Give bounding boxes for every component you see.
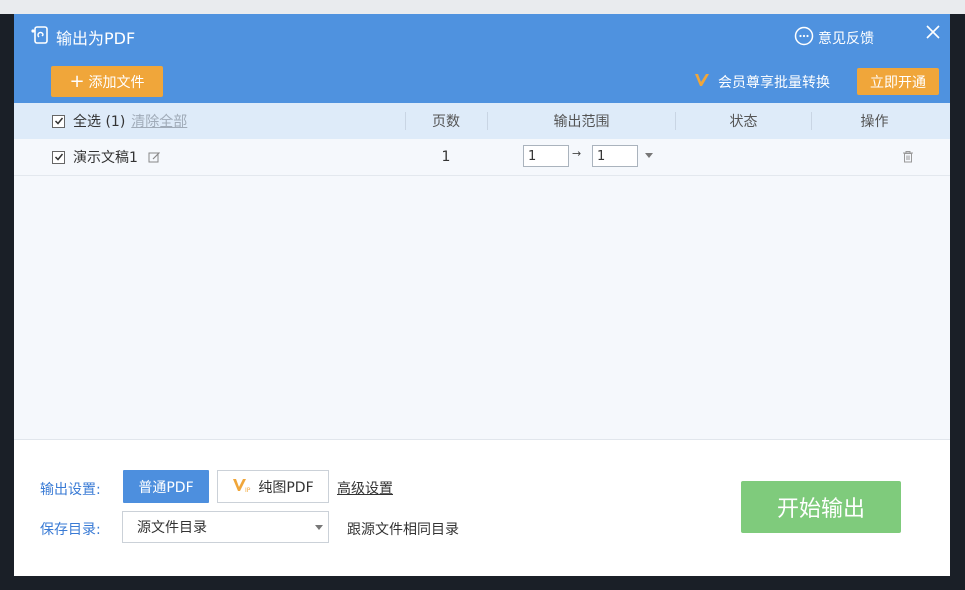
arrow-right-icon: → (572, 147, 582, 160)
normal-pdf-button[interactable]: 普通PDF (123, 470, 209, 503)
row-checkbox[interactable] (52, 150, 65, 164)
edit-icon (148, 151, 160, 162)
pure-image-pdf-label: 纯图PDF (258, 479, 314, 496)
dialog-title: 输出为PDF (56, 29, 136, 48)
feedback-label: 意见反馈 (818, 31, 874, 47)
add-file-button[interactable]: + 添加文件 (51, 66, 163, 97)
table-row: 演示文稿1 1 1 → 1 (14, 139, 950, 176)
vip-promo: 会员尊享批量转换 (694, 72, 830, 92)
window-top-strip (0, 0, 965, 14)
file-name: 演示文稿1 (73, 150, 138, 166)
vip-promo-text: 会员尊享批量转换 (718, 75, 830, 91)
dialog-footer: 输出设置: 普通PDF IP 纯图PDF 高级设置 保存目录: 源文件目录 跟源… (14, 439, 950, 576)
save-dir-value: 源文件目录 (137, 520, 207, 536)
output-settings-label: 输出设置: (40, 482, 101, 498)
add-file-label: 添加文件 (88, 74, 145, 91)
plus-icon: + (69, 70, 85, 92)
vip-badge-icon: IP (232, 477, 252, 497)
svg-text:IP: IP (245, 487, 251, 493)
chat-bubble-icon (794, 26, 814, 50)
export-pdf-dialog: 输出为PDF 意见反馈 + 添加文件 会员尊享批量转换 立即开通 全选 (1) … (14, 14, 950, 576)
page-count: 1 (441, 149, 451, 165)
pure-image-pdf-button[interactable]: IP 纯图PDF (217, 470, 329, 503)
close-button[interactable] (923, 22, 943, 42)
select-all-group: 全选 (1) 清除全部 (52, 103, 187, 139)
range-dropdown-arrow-icon[interactable] (645, 153, 653, 158)
select-all-checkbox[interactable] (52, 114, 65, 128)
edit-name-button[interactable] (148, 151, 161, 164)
clear-all-link[interactable]: 清除全部 (131, 111, 187, 131)
start-export-button[interactable]: 开始输出 (741, 481, 901, 533)
range-to-input[interactable]: 1 (592, 145, 638, 167)
col-pages: 页数 (432, 114, 460, 130)
pdf-export-icon (30, 25, 50, 49)
feedback-button[interactable]: 意见反馈 (794, 26, 874, 50)
col-status: 状态 (729, 114, 758, 130)
chevron-down-icon (315, 525, 323, 530)
trash-icon (903, 151, 913, 163)
advanced-settings-link[interactable]: 高级设置 (337, 478, 393, 498)
checkmark-icon (54, 117, 63, 125)
close-icon (926, 25, 940, 39)
dialog-header: 输出为PDF 意见反馈 + 添加文件 会员尊享批量转换 立即开通 (14, 14, 950, 103)
save-dir-select[interactable]: 源文件目录 (122, 511, 329, 543)
save-dir-note: 跟源文件相同目录 (347, 522, 459, 538)
col-range: 输出范围 (553, 114, 610, 130)
save-dir-label: 保存目录: (40, 522, 101, 538)
range-from-input[interactable]: 1 (523, 145, 569, 167)
vip-v-icon (694, 72, 710, 92)
delete-button[interactable] (902, 150, 914, 167)
col-action: 操作 (860, 114, 889, 130)
checkmark-icon (54, 153, 63, 161)
vip-open-button[interactable]: 立即开通 (857, 68, 939, 95)
file-list: 全选 (1) 清除全部 页数 输出范围 状态 操作 演示文稿1 1 1 → 1 (14, 103, 950, 439)
table-header: 全选 (1) 清除全部 页数 输出范围 状态 操作 (14, 103, 950, 139)
dialog-title-group: 输出为PDF (30, 25, 135, 49)
select-all-label: 全选 (1) (73, 114, 126, 130)
file-name-group: 演示文稿1 (52, 139, 161, 175)
